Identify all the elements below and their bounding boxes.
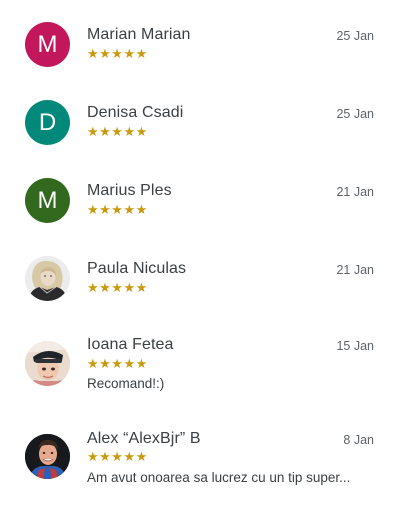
review-date: 25 Jan [336, 29, 374, 43]
review-item[interactable]: Ioana Fetea 15 Jan ★★★★★ Recomand!:) [0, 312, 400, 412]
star-rating-icon: ★★★★★ [87, 203, 148, 218]
review-item[interactable]: M Marian Marian 25 Jan ★★★★★ [0, 0, 400, 78]
avatar-letter: D [38, 108, 57, 136]
review-item[interactable]: Paula Niculas 21 Jan ★★★★★ [0, 234, 400, 312]
review-date: 21 Jan [336, 185, 374, 199]
review-text: Recomand!:) [87, 376, 165, 391]
star-rating-icon: ★★★★★ [87, 450, 148, 465]
reviewer-name: Ioana Fetea [87, 336, 174, 353]
review-item[interactable]: Alex “AlexBjr” B 8 Jan ★★★★★ Am avut ono… [0, 412, 400, 516]
star-rating-icon: ★★★★★ [87, 281, 148, 296]
avatar-letter: M [37, 186, 58, 214]
review-date: 21 Jan [336, 263, 374, 277]
review-date: 15 Jan [336, 339, 374, 353]
reviewer-name: Marian Marian [87, 26, 191, 43]
review-date: 8 Jan [343, 433, 374, 447]
reviewer-name: Alex “AlexBjr” B [87, 430, 201, 447]
avatar-letter: M [37, 30, 58, 58]
avatar: D [25, 100, 70, 145]
star-rating-icon: ★★★★★ [87, 125, 148, 140]
review-text: Am avut onoarea sa lucrez cu un tip supe… [87, 470, 351, 485]
user-photo-icon [25, 256, 70, 301]
user-photo-icon [25, 434, 70, 479]
review-item[interactable]: D Denisa Csadi 25 Jan ★★★★★ [0, 78, 400, 156]
reviewer-name: Marius Ples [87, 182, 172, 199]
user-photo-icon [25, 341, 70, 386]
star-rating-icon: ★★★★★ [87, 47, 148, 62]
reviews-list: M Marian Marian 25 Jan ★★★★★ D Denisa Cs… [0, 0, 400, 516]
star-rating-icon: ★★★★★ [87, 357, 148, 372]
avatar: M [25, 22, 70, 67]
review-item[interactable]: M Marius Ples 21 Jan ★★★★★ [0, 156, 400, 234]
reviewer-name: Denisa Csadi [87, 104, 184, 121]
reviewer-name: Paula Niculas [87, 260, 187, 277]
review-date: 25 Jan [336, 107, 374, 121]
avatar: M [25, 178, 70, 223]
